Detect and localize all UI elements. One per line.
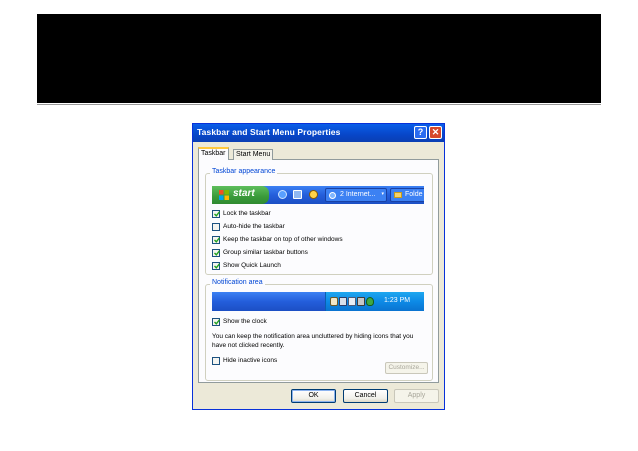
notification-description: You can keep the notification area unclu… [212, 333, 414, 349]
clock-preview: 1:23 PM [384, 297, 411, 304]
group-title-notification-area: Notification area [210, 279, 265, 286]
checkbox-label: Group similar taskbar buttons [223, 249, 308, 256]
windows-flag-icon [219, 190, 229, 200]
checkbox-label: Keep the taskbar on top of other windows [223, 236, 343, 243]
window-title: Taskbar and Start Menu Properties [197, 127, 341, 137]
check-icon [214, 319, 220, 325]
checkbox[interactable] [212, 262, 220, 270]
start-label: start [233, 188, 255, 199]
checkbox[interactable] [212, 210, 220, 218]
taskbar-preview: start 2 Internet... ▾ Folde [212, 186, 424, 204]
taskbar-properties-dialog: Taskbar and Start Menu Properties ? ✕ Ta… [192, 123, 445, 410]
check-icon [214, 211, 220, 217]
notification-area-group: Notification area 1:23 PM Show the clock… [205, 279, 433, 381]
hand-icon [330, 297, 338, 306]
taskbar-appearance-group: Taskbar appearance start 2 Internet... ▾… [205, 168, 433, 275]
checkbox[interactable] [212, 236, 220, 244]
checkbox-label: Hide inactive icons [223, 357, 278, 364]
folder-icon [394, 192, 402, 198]
notification-area-preview: 1:23 PM [212, 292, 424, 311]
title-bar[interactable]: Taskbar and Start Menu Properties ? ✕ [193, 124, 444, 142]
black-banner [37, 14, 601, 103]
checkbox[interactable] [212, 223, 220, 231]
tab-taskbar[interactable]: Taskbar [198, 147, 229, 160]
checkbox[interactable] [212, 357, 220, 365]
dropdown-arrow-icon: ▾ [381, 191, 384, 197]
media-player-icon [309, 190, 318, 199]
ok-button[interactable]: OK [291, 389, 336, 403]
check-icon [214, 237, 220, 243]
cancel-button[interactable]: Cancel [343, 389, 388, 403]
tab-start-menu[interactable]: Start Menu [233, 149, 274, 160]
taskbar-button-label: 2 Internet... [340, 191, 376, 198]
group-title-taskbar-appearance: Taskbar appearance [210, 168, 278, 175]
banner-divider [37, 104, 601, 105]
speaker-icon [357, 297, 365, 306]
show-desktop-icon [293, 190, 302, 199]
taskbar-button-label: Folde [405, 191, 423, 198]
checkbox[interactable] [212, 318, 220, 326]
check-icon [214, 250, 220, 256]
help-button[interactable]: ? [414, 126, 427, 139]
customize-button[interactable]: Customize... [385, 362, 428, 374]
checkbox-label: Show the clock [223, 318, 267, 325]
checkbox-label: Show Quick Launch [223, 262, 281, 269]
apply-button[interactable]: Apply [394, 389, 439, 403]
internet-explorer-icon [329, 192, 336, 199]
checkbox-label: Lock the taskbar [223, 210, 271, 217]
checkbox[interactable] [212, 249, 220, 257]
checkbox-label: Auto-hide the taskbar [223, 223, 285, 230]
taskbar-button-internet: 2 Internet... ▾ [325, 188, 387, 202]
check-icon [214, 263, 220, 269]
system-tray: 1:23 PM [325, 292, 424, 311]
internet-explorer-icon [278, 190, 287, 199]
tab-panel-taskbar: Taskbar appearance start 2 Internet... ▾… [198, 159, 439, 383]
shield-icon [366, 297, 374, 306]
start-button-preview: start [212, 186, 269, 204]
taskbar-button-folder: Folde [390, 188, 424, 202]
mail-icon [348, 297, 356, 306]
network-icon [339, 297, 347, 306]
close-button[interactable]: ✕ [429, 126, 442, 139]
